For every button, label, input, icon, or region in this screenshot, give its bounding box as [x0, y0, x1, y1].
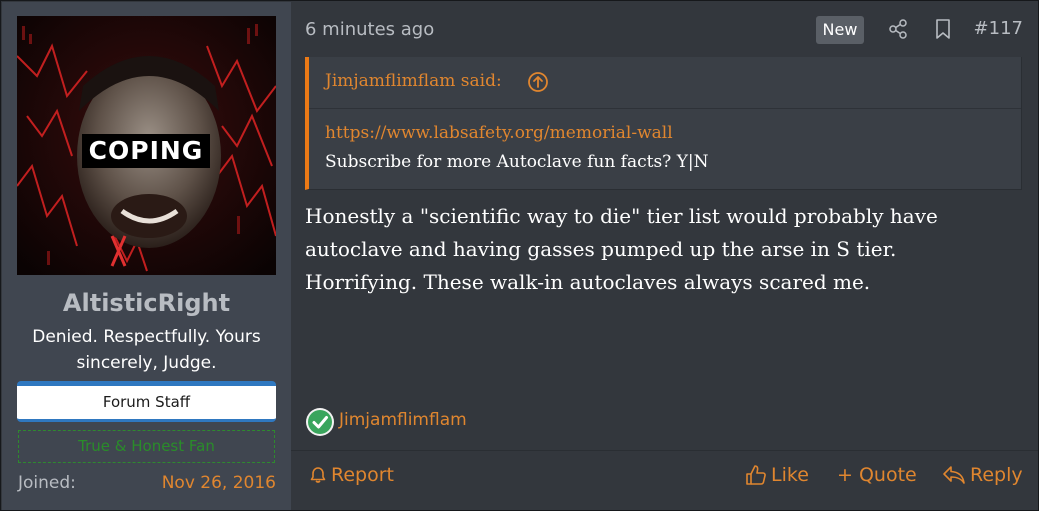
user-title: Denied. Respectfully. Yours sincerely, J… [32, 327, 261, 373]
username[interactable]: AltisticRight [2, 289, 291, 317]
quote-link[interactable]: https://www.labsafety.org/memorial-wall [325, 123, 673, 143]
footer-divider [291, 450, 1038, 451]
checkmark-circle-icon [305, 407, 335, 437]
quote-block: Jimjamflimflam said: https://www.labsafe… [305, 57, 1022, 190]
quote-label: + Quote [837, 464, 917, 486]
report-button[interactable]: Report [309, 462, 394, 488]
post-timestamp[interactable]: 6 minutes ago [305, 19, 434, 40]
user-avatar[interactable]: COPING [17, 16, 276, 275]
post-number[interactable]: #117 [974, 18, 1023, 39]
user-info-panel: COPING AltisticRight Denied. Respectfull… [2, 2, 291, 510]
like-label: Like [771, 464, 809, 486]
joined-label: Joined: [18, 473, 76, 493]
quote-author[interactable]: Jimjamflimflam said: [325, 71, 502, 91]
warning-icon [310, 467, 326, 483]
avatar-caption: COPING [82, 134, 210, 168]
report-label: Report [331, 464, 394, 486]
reply-icon [943, 466, 965, 484]
reaction-user-link[interactable]: Jimjamflimflam [339, 410, 467, 430]
post-content: 6 minutes ago New #117 Jimjamflimflam sa… [291, 1, 1038, 510]
staff-banner: Forum Staff [17, 381, 276, 422]
share-icon[interactable] [887, 18, 909, 40]
bookmark-icon[interactable] [932, 18, 954, 40]
forum-post: COPING AltisticRight Denied. Respectfull… [0, 0, 1039, 511]
fan-banner: True & Honest Fan [18, 430, 275, 463]
thumbs-up-icon [746, 465, 766, 485]
arrow-up-circle-icon[interactable] [527, 71, 549, 93]
quote-button[interactable]: + Quote [837, 462, 917, 488]
like-button[interactable]: Like [745, 462, 809, 488]
reply-button[interactable]: Reply [942, 462, 1023, 488]
quote-header: Jimjamflimflam said: [309, 57, 1021, 109]
quote-text: Subscribe for more Autoclave fun facts? … [325, 152, 709, 172]
new-badge: New [816, 16, 864, 44]
joined-date: Nov 26, 2016 [161, 473, 276, 493]
reply-label: Reply [970, 464, 1023, 486]
message-body: Honestly a "scientific way to die" tier … [305, 204, 938, 294]
